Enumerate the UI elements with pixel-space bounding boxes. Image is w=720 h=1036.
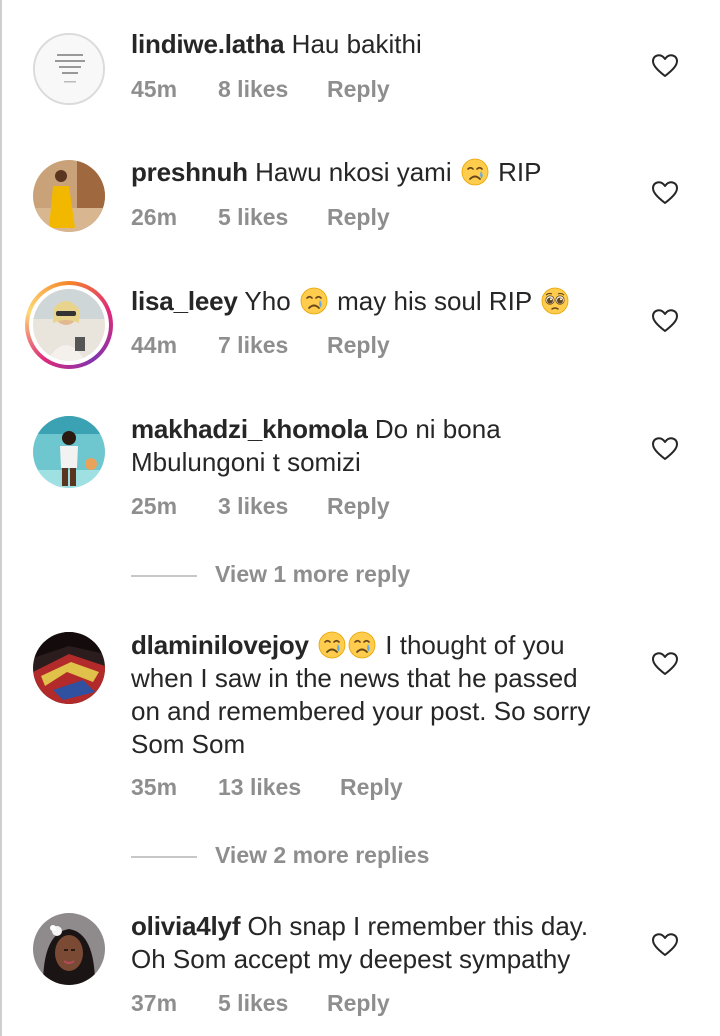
comment-body: Hau bakithi	[291, 29, 422, 59]
comment-time: 26m	[131, 204, 178, 230]
comment-username[interactable]: dlaminilovejoy	[131, 630, 309, 660]
comment-body: may his soul RIP	[337, 286, 532, 316]
comment-text: lindiwe.latha Hau bakithi	[131, 28, 641, 61]
comment-likes[interactable]: 3 likes	[218, 493, 288, 520]
divider-line	[131, 856, 197, 858]
comment-body: Hawu nkosi yami	[255, 157, 452, 187]
comment-time: 37m	[131, 990, 178, 1016]
comment-text: dlaminilovejoy I thought of you when I s…	[131, 629, 641, 761]
comment-username[interactable]: lisa_leey	[131, 286, 238, 316]
comment-body: Oh Som accept my deepest sympathy	[131, 944, 571, 974]
comment-body: on and remembered your post. So sorry	[131, 696, 591, 726]
heart-outline-icon[interactable]	[652, 181, 678, 205]
heart-outline-icon[interactable]	[652, 437, 678, 461]
comment-body: Som Som	[131, 729, 246, 759]
heart-outline-icon[interactable]	[652, 54, 678, 78]
divider-line	[131, 575, 197, 577]
comment-text: makhadzi_khomola Do ni bona Mbulungoni t…	[131, 413, 641, 479]
comment-username[interactable]: lindiwe.latha	[131, 29, 285, 59]
avatar[interactable]	[33, 416, 105, 488]
view-more-replies-label[interactable]: View 2 more replies	[215, 842, 429, 869]
reply-button[interactable]: Reply	[327, 332, 390, 359]
comment-time: 44m	[131, 332, 178, 358]
comment-username[interactable]: makhadzi_khomola	[131, 414, 368, 444]
reply-button[interactable]: Reply	[340, 774, 403, 801]
comment-likes[interactable]: 5 likes	[218, 204, 288, 231]
avatar-story-ring[interactable]	[25, 281, 113, 369]
comment-likes[interactable]: 8 likes	[218, 76, 288, 103]
crying-face-emoji	[348, 631, 376, 659]
reply-button[interactable]: Reply	[327, 76, 390, 103]
avatar[interactable]	[33, 160, 105, 232]
comment-text: preshnuh Hawu nkosi yami RIP	[131, 156, 641, 189]
comment-text: olivia4lyf Oh snap I remember this day. …	[131, 910, 641, 976]
comment-body: RIP	[498, 157, 542, 187]
comment-likes[interactable]: 5 likes	[218, 990, 288, 1017]
heart-outline-icon[interactable]	[652, 933, 678, 957]
crying-face-emoji	[318, 631, 346, 659]
comment-likes[interactable]: 13 likes	[218, 774, 301, 801]
pleading-face-emoji	[541, 287, 569, 315]
comment-body: I thought of you	[385, 630, 565, 660]
avatar[interactable]	[33, 913, 105, 985]
comment-time: 35m	[131, 774, 178, 800]
comment-body: Do ni bona	[374, 414, 501, 444]
comment-text: lisa_leey Yho may his soul RIP	[131, 285, 641, 318]
comment-username[interactable]: olivia4lyf	[131, 911, 240, 941]
heart-outline-icon[interactable]	[652, 309, 678, 333]
comment-body: when I saw in the news that he passed	[131, 663, 578, 693]
crying-face-emoji	[460, 158, 489, 186]
reply-button[interactable]: Reply	[327, 204, 390, 231]
comment-body: Mbulungoni t somizi	[131, 447, 361, 477]
heart-outline-icon[interactable]	[652, 652, 678, 676]
view-more-replies-label[interactable]: View 1 more reply	[215, 561, 410, 588]
comment-body: Yho	[244, 286, 291, 316]
avatar[interactable]	[33, 33, 105, 105]
crying-face-emoji	[300, 287, 328, 315]
comment-time: 45m	[131, 76, 178, 102]
view-more-replies-button[interactable]: View 1 more reply	[131, 561, 451, 591]
comment-body: Oh snap I remember this day.	[247, 911, 589, 941]
comment-likes[interactable]: 7 likes	[218, 332, 288, 359]
comment-username[interactable]: preshnuh	[131, 157, 248, 187]
view-more-replies-button[interactable]: View 2 more replies	[131, 842, 451, 872]
left-edge-rule	[0, 0, 2, 1036]
reply-button[interactable]: Reply	[327, 493, 390, 520]
avatar[interactable]	[33, 632, 105, 704]
comment-time: 25m	[131, 493, 178, 519]
reply-button[interactable]: Reply	[327, 990, 390, 1017]
